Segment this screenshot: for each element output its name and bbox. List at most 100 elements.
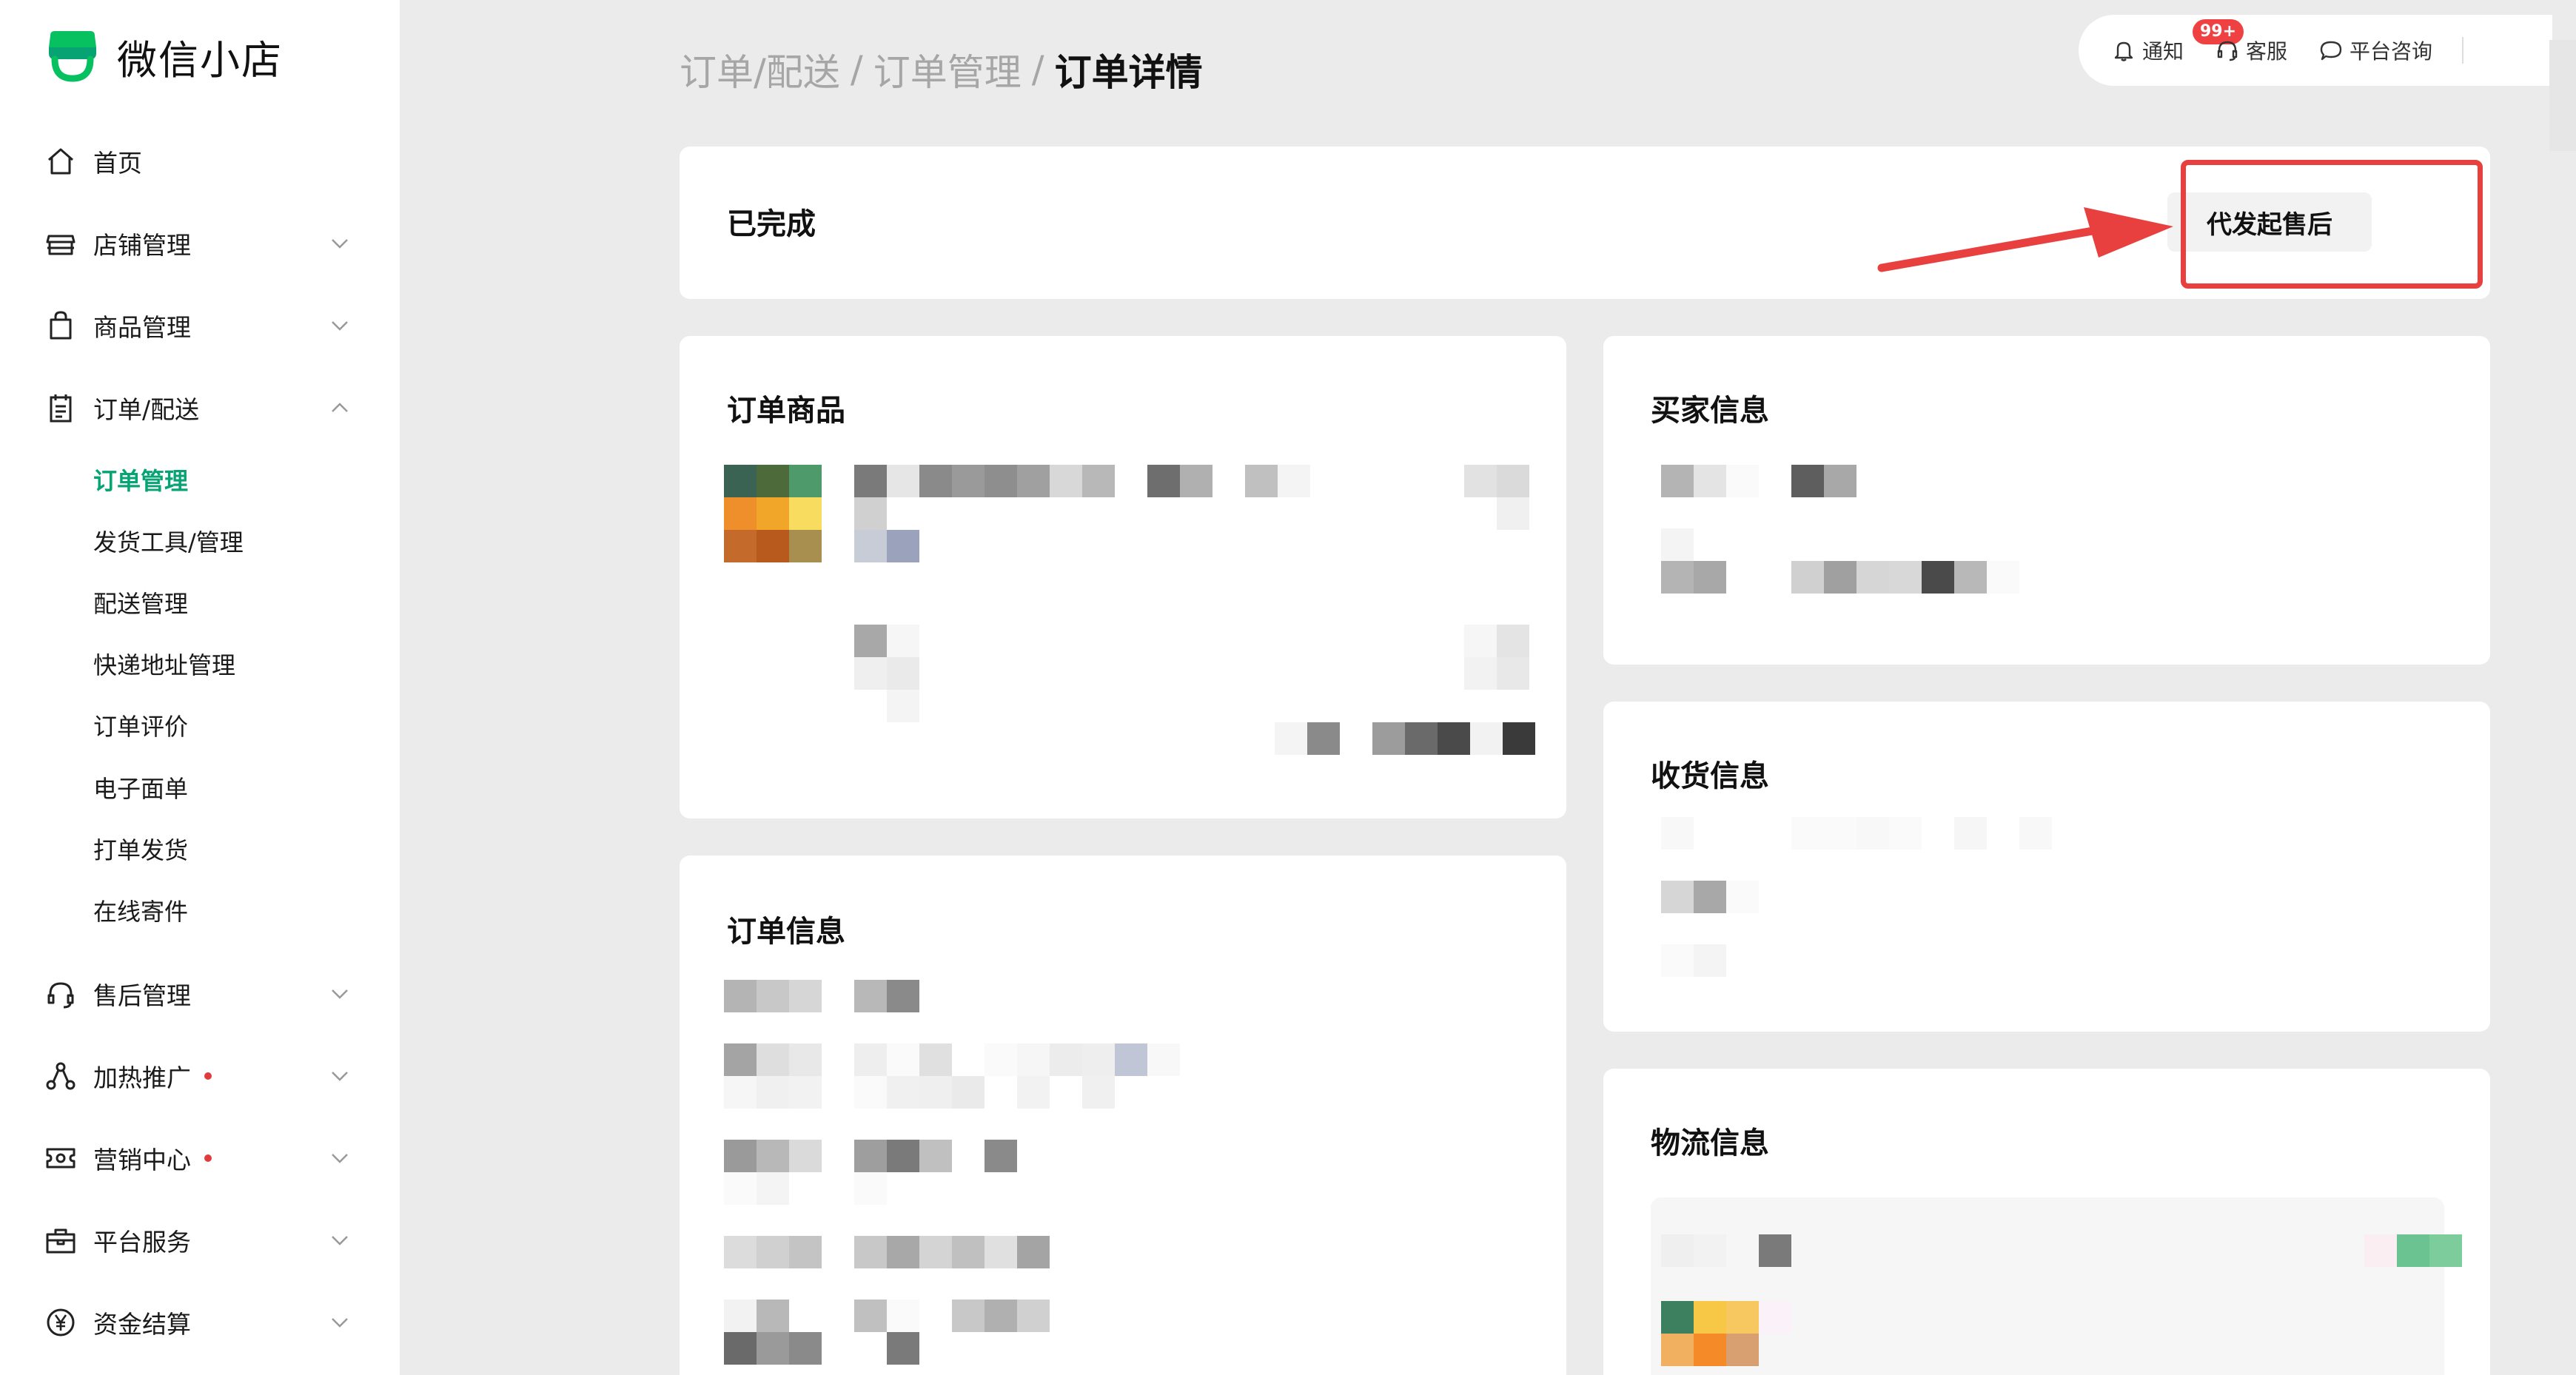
sidebar-item-label: 营销中心 <box>93 1146 191 1174</box>
annotation-arrow-icon <box>1877 207 2173 272</box>
sidebar-item-marketing[interactable]: 营销中心 <box>44 1132 355 1184</box>
order-info-row-obscured <box>724 1300 1050 1332</box>
product-spec-obscured <box>854 530 919 562</box>
customer-service-button[interactable]: 客服 <box>2215 36 2287 65</box>
breadcrumb: 订单/配送 / 订单管理 / 订单详情 <box>680 43 1203 96</box>
sidebar-item-store[interactable]: 店铺管理 <box>44 218 355 269</box>
logistics-thumbnail[interactable] <box>1661 1301 1791 1366</box>
order-items-card: 订单商品 <box>680 336 1566 818</box>
sidebar-item-platform-services[interactable]: 平台服务 <box>44 1214 355 1266</box>
sidebar-item-label: 店铺管理 <box>93 231 191 260</box>
order-items-title: 订单商品 <box>727 394 845 428</box>
logistics-status-obscured <box>2364 1234 2462 1267</box>
submenu-shipping-tools[interactable]: 发货工具/管理 <box>93 519 244 563</box>
submenu-delivery-management[interactable]: 配送管理 <box>93 580 188 625</box>
product-thumbnail[interactable] <box>724 465 822 562</box>
headset-icon <box>47 982 74 1009</box>
submenu-order-reviews[interactable]: 订单评价 <box>93 703 188 747</box>
notification-label: 通知 <box>2142 39 2184 64</box>
order-info-row-obscured <box>724 1043 1180 1076</box>
buyer-info-card: 买家信息 <box>1603 336 2490 665</box>
order-info-row-obscured <box>724 1076 1115 1109</box>
sidebar-item-promotion[interactable]: 加热推广 <box>44 1050 355 1102</box>
sidebar-item-label: 加热推广 <box>93 1063 191 1092</box>
toolbar-divider <box>2462 37 2464 64</box>
order-info-row-obscured <box>724 1332 919 1365</box>
buyer-info-title: 买家信息 <box>1651 394 1769 428</box>
logistics-row-obscured <box>1661 1234 1791 1267</box>
price-value-obscured <box>1464 625 1529 657</box>
order-info-row-obscured <box>724 1236 1050 1268</box>
sidebar-item-label: 资金结算 <box>93 1310 191 1339</box>
sidebar-item-label: 售后管理 <box>93 981 191 1010</box>
submenu-online-dispatch[interactable]: 在线寄件 <box>93 888 188 932</box>
order-clipboard-icon <box>50 394 72 423</box>
submenu-order-management[interactable]: 订单管理 <box>93 457 188 502</box>
order-status: 已完成 <box>727 207 816 241</box>
yen-coin-icon <box>47 1308 75 1337</box>
chevron-down-icon <box>332 1154 348 1163</box>
notification-button[interactable]: 通知 99+ <box>2111 19 2244 65</box>
shipping-row-obscured <box>1661 817 2052 850</box>
product-spec-obscured <box>854 497 887 530</box>
briefcase-icon <box>46 1228 76 1254</box>
logistics-info-card: 物流信息 <box>1603 1069 2490 1375</box>
annotation-highlight-box <box>2181 160 2483 289</box>
app-name: 微信小店 <box>117 36 283 84</box>
price-row-obscured <box>854 657 919 690</box>
price-row-obscured <box>887 690 919 722</box>
platform-consult-button[interactable]: 平台咨询 <box>2318 36 2432 65</box>
sidebar-item-label: 平台服务 <box>93 1228 191 1257</box>
total-amount-obscured <box>1275 722 1535 755</box>
submenu-express-address[interactable]: 快递地址管理 <box>93 642 235 686</box>
wechat-store-logo-icon <box>49 31 96 82</box>
app-logo[interactable]: 微信小店 <box>44 27 283 86</box>
submenu-electronic-waybill[interactable]: 电子面单 <box>93 765 188 810</box>
shipping-info-card: 收货信息 <box>1603 702 2490 1032</box>
store-icon <box>46 235 76 255</box>
chevron-down-icon <box>332 1072 348 1081</box>
sidebar-item-orders[interactable]: 订单/配送 <box>44 382 355 434</box>
sidebar-item-label: 首页 <box>93 149 142 178</box>
bell-icon <box>2114 41 2133 61</box>
buyer-row-obscured <box>1661 465 1856 497</box>
order-info-row-obscured <box>724 980 919 1012</box>
shipping-info-title: 收货信息 <box>1651 759 1769 793</box>
price-value-obscured <box>1464 657 1529 690</box>
sidebar-item-label: 商品管理 <box>93 313 191 342</box>
chevron-down-icon <box>332 989 348 999</box>
notification-dot <box>204 1154 212 1162</box>
chevron-down-icon <box>332 1318 348 1328</box>
sidebar-item-finance[interactable]: 资金结算 <box>44 1297 355 1348</box>
order-info-card: 订单信息 <box>680 855 1566 1375</box>
order-info-row-obscured <box>724 1172 887 1205</box>
chevron-down-icon <box>332 1236 348 1245</box>
chat-bubble-icon <box>2320 41 2342 61</box>
chevron-down-icon <box>332 239 348 249</box>
order-info-row-obscured <box>724 1140 1017 1172</box>
price-row-obscured <box>854 625 919 657</box>
shopping-bag-icon <box>50 311 72 340</box>
customer-service-label: 客服 <box>2246 39 2288 64</box>
sidebar-item-home[interactable]: 首页 <box>44 135 355 187</box>
platform-consult-label: 平台咨询 <box>2349 39 2433 64</box>
sidebar-item-after-sales[interactable]: 售后管理 <box>44 968 355 1020</box>
headset-icon <box>2217 41 2238 61</box>
scrollbar-thumb[interactable] <box>2549 40 2576 151</box>
sidebar: 微信小店 首页 店铺管理 商品管理 订单/配送 订单管理 发货工具/管理 配送管… <box>0 0 400 1375</box>
sidebar-item-label: 订单/配送 <box>93 395 200 424</box>
shipping-row-obscured <box>1661 881 1759 913</box>
breadcrumb-order-management[interactable]: 订单管理 <box>873 43 1022 96</box>
shipping-row-obscured <box>1661 944 1726 977</box>
buyer-row-obscured <box>1661 528 1694 561</box>
product-name-obscured <box>854 465 1310 497</box>
sidebar-item-products[interactable]: 商品管理 <box>44 300 355 352</box>
network-icon <box>46 1062 76 1090</box>
chevron-down-icon <box>332 321 348 331</box>
breadcrumb-separator: / <box>850 48 863 91</box>
product-price-obscured <box>1464 465 1529 497</box>
product-qty-obscured <box>1497 497 1529 530</box>
breadcrumb-separator: / <box>1031 48 1044 91</box>
submenu-print-and-ship[interactable]: 打单发货 <box>93 827 188 871</box>
breadcrumb-orders-delivery[interactable]: 订单/配送 <box>680 43 840 96</box>
